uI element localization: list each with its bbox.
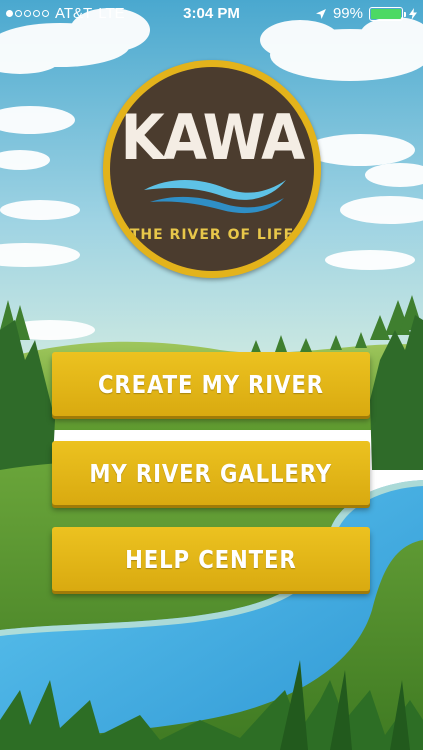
battery-icon xyxy=(369,6,406,21)
my-river-gallery-button[interactable]: MY RIVER GALLERY xyxy=(52,441,370,505)
battery-percent: 99% xyxy=(332,5,363,22)
battery-level xyxy=(371,8,401,19)
help-center-label: HELP CENTER xyxy=(125,544,297,574)
charging-bolt-icon xyxy=(409,7,417,20)
create-my-river-label: CREATE MY RIVER xyxy=(98,369,324,399)
help-center-button[interactable]: HELP CENTER xyxy=(52,527,370,591)
create-my-river-button[interactable]: CREATE MY RIVER xyxy=(52,352,370,416)
logo-subtitle: THE RIVER OF LIFE xyxy=(129,227,295,243)
river-waves-icon xyxy=(144,180,286,214)
battery-tip xyxy=(404,11,406,17)
status-bar: AT&T LTE 3:04 PM 99% xyxy=(0,0,423,28)
my-river-gallery-label: MY RIVER GALLERY xyxy=(89,458,333,488)
logo-badge: KAWA THE RIVER OF LIFE xyxy=(110,67,314,271)
status-right: 99% xyxy=(315,5,417,22)
location-arrow-icon xyxy=(315,8,326,19)
logo-title: KAWA xyxy=(120,101,306,174)
kawa-logo: KAWA THE RIVER OF LIFE xyxy=(103,60,321,278)
